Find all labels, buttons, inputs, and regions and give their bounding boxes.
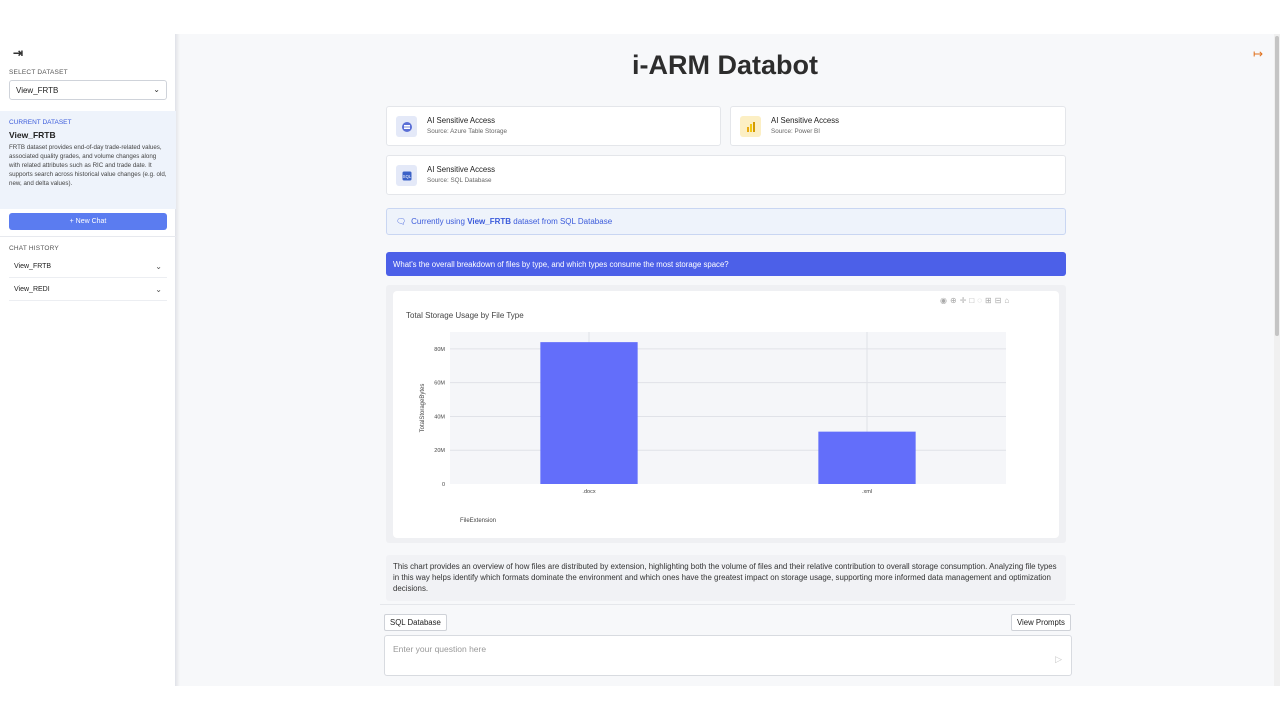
question-input[interactable] (393, 642, 1033, 656)
sidebar: ⇥ SELECT DATASET View_FRTB ⌄ CURRENT DAT… (0, 34, 176, 686)
view-prompts-button[interactable]: View Prompts (1011, 614, 1071, 631)
dataset-select-value: View_FRTB (16, 86, 59, 95)
zoom-out-icon[interactable]: ⊟ (995, 296, 1005, 305)
dataset-info-bar: 🗨 Currently using View_FRTB dataset from … (386, 208, 1066, 235)
info-prefix: Currently using (411, 217, 468, 226)
chat-history-label: CHAT HISTORY (9, 245, 59, 252)
chat-history-item[interactable]: View_FRTB ⌄ (9, 256, 167, 278)
logout-icon[interactable]: ↦ (1253, 47, 1263, 61)
y-axis-label: TotalStorageBytes (420, 384, 426, 433)
sidebar-divider (0, 236, 176, 237)
chart-summary: This chart provides an overview of how f… (386, 555, 1066, 601)
chart-modebar[interactable]: ◉⊕✛□◌⊞⊟⌂ (940, 296, 1012, 305)
source-card-sql[interactable]: SQL AI Sensitive Access Source: SQL Data… (386, 155, 1066, 195)
bar-docx[interactable] (540, 342, 638, 484)
plot-area (450, 332, 1006, 484)
source-card-subtitle: Source: SQL Database (427, 177, 492, 184)
source-card-title: AI Sensitive Access (427, 116, 496, 125)
user-question-message: What's the overall breakdown of files by… (386, 252, 1066, 276)
chevron-down-icon[interactable]: ⌄ (155, 279, 162, 301)
source-card-subtitle: Source: Power BI (771, 128, 820, 135)
zoom-icon[interactable]: ⊕ (950, 296, 960, 305)
dataset-select[interactable]: View_FRTB ⌄ (9, 80, 167, 100)
svg-text:SQL: SQL (402, 174, 411, 179)
chat-history-item[interactable]: View_REDI ⌄ (9, 279, 167, 301)
current-dataset-panel: CURRENT DATASET View_FRTB FRTB dataset p… (0, 111, 176, 209)
bar-chart[interactable]: Total Storage Usage by File Type 0 20M 40M… (393, 291, 1059, 538)
chart-card: Total Storage Usage by File Type 0 20M 40M… (393, 291, 1059, 538)
sidebar-shadow (176, 34, 180, 686)
y-tick-label: 20M (434, 448, 445, 454)
chevron-down-icon: ⌄ (153, 85, 160, 94)
chat-bubble-icon: 🗨 (396, 217, 407, 226)
azure-table-icon (396, 116, 417, 137)
camera-icon[interactable]: ◉ (940, 296, 950, 305)
chevron-down-icon[interactable]: ⌄ (155, 256, 162, 278)
sql-database-icon: SQL (396, 165, 417, 186)
current-dataset-description: FRTB dataset provides end-of-day trade-r… (9, 144, 167, 187)
page-title: i-ARM Databot (632, 50, 818, 80)
source-card-title: AI Sensitive Access (771, 116, 840, 125)
current-dataset-label: CURRENT DATASET (9, 119, 72, 126)
source-pill[interactable]: SQL Database (384, 614, 447, 631)
source-card-azure[interactable]: AI Sensitive Access Source: Azure Table … (386, 106, 721, 146)
info-suffix: dataset from SQL Database (511, 217, 613, 226)
new-chat-button[interactable]: + New Chat (9, 213, 167, 230)
y-tick-label: 0 (442, 482, 445, 488)
info-dataset: View_FRTB (467, 217, 512, 226)
zoom-in-icon[interactable]: ⊞ (985, 296, 995, 305)
app-window: ⇥ SELECT DATASET View_FRTB ⌄ CURRENT DAT… (0, 34, 1280, 686)
bar-xml[interactable] (818, 431, 916, 484)
pan-icon[interactable]: ✛ (960, 296, 970, 305)
scrollbar-thumb[interactable] (1275, 36, 1279, 336)
lasso-icon[interactable]: ◌ (977, 296, 985, 305)
question-input-box: ▷ (384, 635, 1072, 676)
home-icon[interactable]: ⌂ (1004, 296, 1012, 305)
y-tick-label: 80M (434, 347, 445, 353)
x-tick-label: .docx (582, 489, 595, 495)
y-tick-label: 40M (434, 414, 445, 420)
source-card-title: AI Sensitive Access (427, 165, 496, 174)
source-card-powerbi[interactable]: AI Sensitive Access Source: Power BI (730, 106, 1066, 146)
divider (380, 604, 1075, 605)
collapse-sidebar-icon[interactable]: ⇥ (13, 46, 23, 60)
power-bi-icon (740, 116, 761, 137)
current-dataset-name: View_FRTB (9, 130, 56, 140)
chat-history-item-label: View_REDI (14, 286, 50, 293)
select-dataset-label: SELECT DATASET (9, 69, 68, 76)
source-card-subtitle: Source: Azure Table Storage (427, 128, 508, 135)
chat-history-item-label: View_FRTB (14, 263, 52, 270)
x-tick-label: .xml (862, 489, 872, 495)
x-axis-label: FileExtension (460, 518, 496, 524)
chart-title: Total Storage Usage by File Type (406, 311, 524, 320)
send-icon[interactable]: ▷ (1055, 654, 1062, 665)
y-tick-label: 60M (434, 381, 445, 387)
